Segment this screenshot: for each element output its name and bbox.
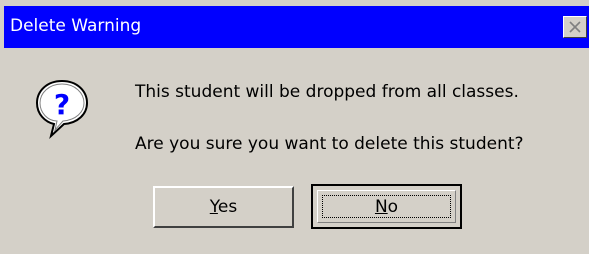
yes-label-rest: es bbox=[217, 197, 238, 217]
question-mark-glyph: ? bbox=[54, 88, 70, 121]
close-icon bbox=[569, 21, 581, 33]
window-title: Delete Warning bbox=[10, 16, 142, 36]
yes-mnemonic: Y bbox=[209, 197, 218, 217]
no-label-rest: o bbox=[387, 197, 399, 217]
message-line-2: Are you sure you want to delete this stu… bbox=[135, 134, 524, 154]
no-mnemonic: N bbox=[374, 197, 388, 217]
delete-warning-dialog: Delete Warning ? This student will be dr… bbox=[0, 0, 589, 254]
close-button[interactable] bbox=[563, 16, 587, 38]
question-icon: ? bbox=[34, 78, 90, 144]
no-button-face: No bbox=[317, 190, 456, 223]
message-line-1: This student will be dropped from all cl… bbox=[135, 82, 519, 102]
yes-button-label: Yes bbox=[210, 188, 237, 226]
yes-button[interactable]: Yes bbox=[153, 186, 294, 228]
no-button[interactable]: No bbox=[311, 184, 462, 229]
title-bar[interactable]: Delete Warning bbox=[4, 6, 589, 48]
no-button-label: No bbox=[318, 191, 455, 223]
